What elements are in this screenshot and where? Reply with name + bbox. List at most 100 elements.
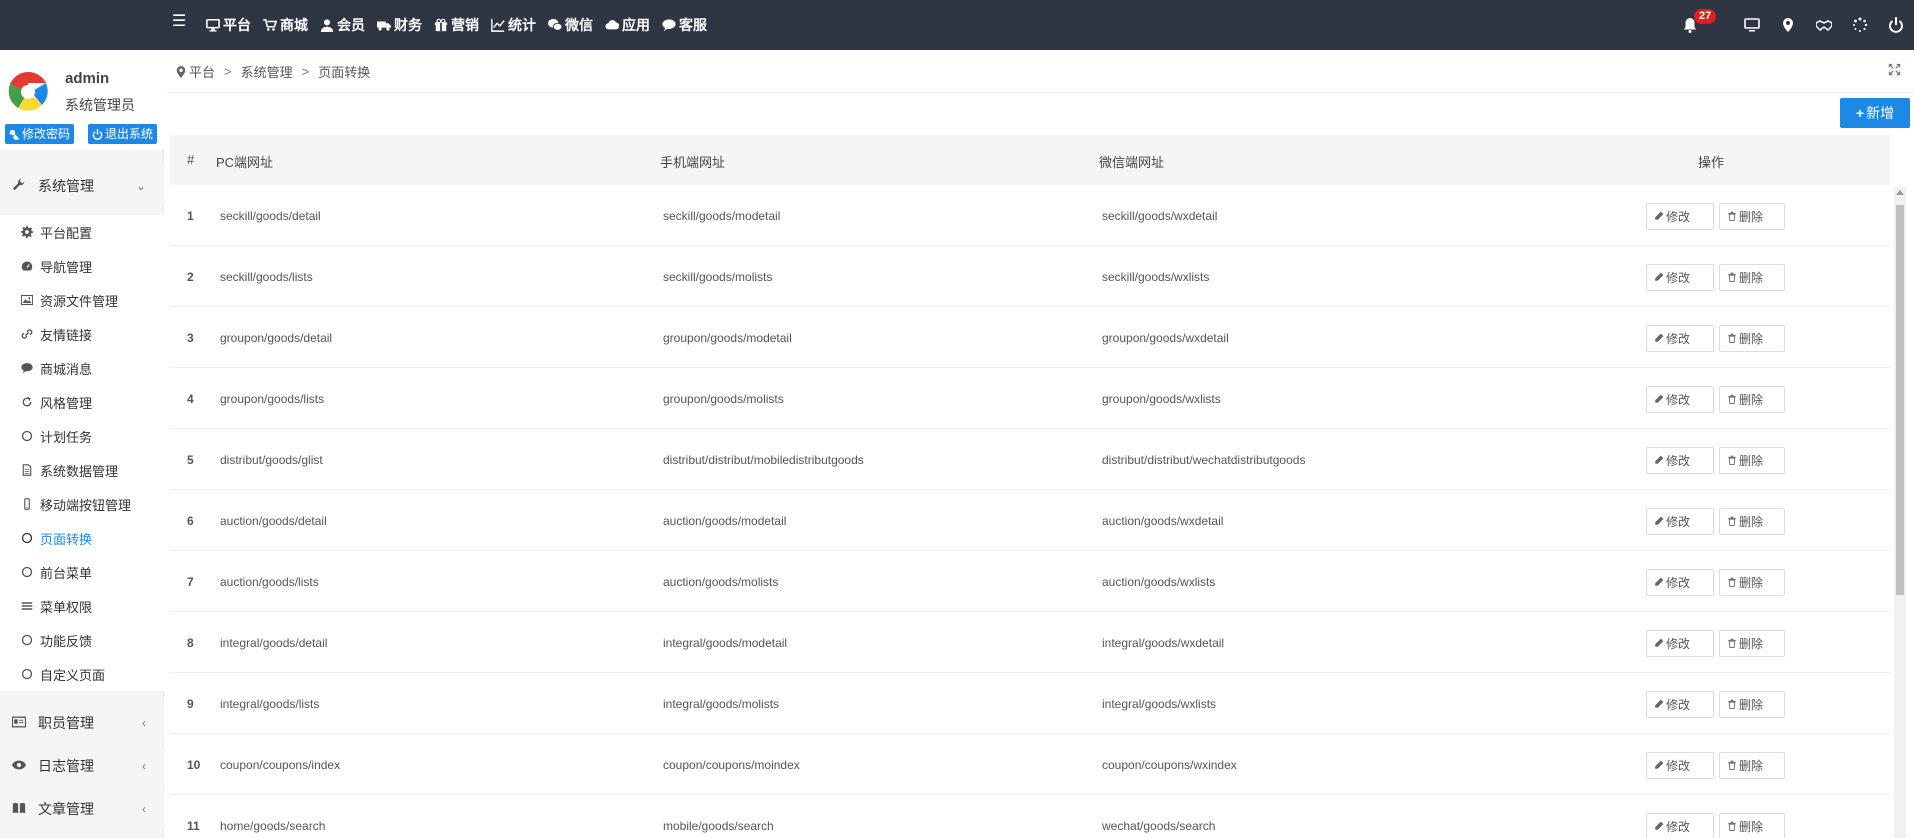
sidebar-item-links[interactable]: 友情链接 xyxy=(0,317,164,351)
edit-button[interactable]: 修改 xyxy=(1646,752,1714,779)
delete-button-label: 删除 xyxy=(1739,454,1764,468)
mobile-url-cell: mobile/goods/search xyxy=(663,819,774,833)
edit-button[interactable]: 修改 xyxy=(1646,203,1714,230)
trash-icon xyxy=(1727,454,1739,468)
pc-url-cell: integral/goods/detail xyxy=(220,636,328,650)
sidebar-item-messages[interactable]: 商城消息 xyxy=(0,351,164,385)
wechat-url-cell: groupon/goods/wxlists xyxy=(1102,392,1221,406)
screen-button[interactable] xyxy=(1734,0,1770,50)
sidebar-item-custom-pages[interactable]: 自定义页面 xyxy=(0,657,164,691)
dashboard-icon xyxy=(20,260,33,273)
notification-button[interactable]: 27 xyxy=(1672,0,1717,50)
column-header-pc: PC端网址 xyxy=(216,155,274,170)
sidebar-item-resources[interactable]: 资源文件管理 xyxy=(0,283,164,317)
trash-icon xyxy=(1727,820,1739,834)
delete-button[interactable]: 删除 xyxy=(1719,264,1785,291)
scroll-up-arrow-icon[interactable] xyxy=(1896,190,1904,195)
spinner-icon xyxy=(1853,17,1868,32)
sidebar-item-system-data[interactable]: 系统数据管理 xyxy=(0,453,164,487)
delete-button[interactable]: 删除 xyxy=(1719,691,1785,718)
wechat-url-cell: auction/goods/wxlists xyxy=(1102,575,1216,589)
topnav-platform[interactable]: 平台 xyxy=(206,15,251,35)
topnav-marketing[interactable]: 营销 xyxy=(434,15,479,35)
topnav-mall[interactable]: 商城 xyxy=(263,15,308,35)
delete-button[interactable]: 删除 xyxy=(1719,447,1785,474)
plus-icon: + xyxy=(1855,105,1865,121)
edit-button[interactable]: 修改 xyxy=(1646,447,1714,474)
pc-url-cell: auction/goods/detail xyxy=(220,514,327,528)
delete-button[interactable]: 删除 xyxy=(1719,569,1785,596)
topnav-wechat[interactable]: 微信 xyxy=(548,15,593,35)
topnav-member[interactable]: 会员 xyxy=(320,15,365,35)
delete-button[interactable]: 删除 xyxy=(1719,203,1785,230)
fullscreen-icon[interactable] xyxy=(1888,63,1901,76)
delete-button-label: 删除 xyxy=(1739,393,1764,407)
sidebar-item-page-conversion[interactable]: 页面转换 xyxy=(0,521,164,555)
refresh-button[interactable] xyxy=(1842,0,1878,50)
logout-button[interactable]: 退出系统 xyxy=(88,124,158,144)
chevron-left-icon: ‹ xyxy=(142,716,146,730)
sidebar-group-system[interactable]: 系统管理 ⌄ xyxy=(0,166,164,206)
delete-button[interactable]: 删除 xyxy=(1719,752,1785,779)
sidebar-group-label: 职员管理 xyxy=(38,715,94,731)
change-password-button[interactable]: 修改密码 xyxy=(5,124,75,144)
topnav-service[interactable]: 客服 xyxy=(662,15,707,35)
topnav-statistics[interactable]: 统计 xyxy=(491,15,536,35)
edit-button[interactable]: 修改 xyxy=(1646,386,1714,413)
delete-button[interactable]: 删除 xyxy=(1719,630,1785,657)
edit-button-label: 修改 xyxy=(1666,271,1691,285)
delete-button[interactable]: 删除 xyxy=(1719,325,1785,352)
delete-button[interactable]: 删除 xyxy=(1719,813,1785,838)
delete-button[interactable]: 删除 xyxy=(1719,508,1785,535)
edit-button[interactable]: 修改 xyxy=(1646,630,1714,657)
sidebar-item-styles[interactable]: 风格管理 xyxy=(0,385,164,419)
sidebar: admin 系统管理员 修改密码 退出系统 系统管理 ⌄ 平台配置 导航管理 资… xyxy=(0,50,164,838)
topnav-apps[interactable]: 应用 xyxy=(605,15,650,35)
table-row: 2 seckill/goods/lists seckill/goods/molist… xyxy=(170,246,1890,307)
scrollbar-thumb[interactable] xyxy=(1896,205,1904,595)
menu-toggle-icon[interactable]: ☰ xyxy=(172,14,188,30)
edit-button[interactable]: 修改 xyxy=(1646,264,1714,291)
row-number: 5 xyxy=(187,453,194,467)
delete-button[interactable]: 删除 xyxy=(1719,386,1785,413)
sidebar-item-label: 友情链接 xyxy=(40,327,93,343)
mobile-url-cell: groupon/goods/molists xyxy=(663,392,784,406)
sidebar-group-log[interactable]: 日志管理 ‹ xyxy=(0,746,164,786)
sidebar-item-front-menu[interactable]: 前台菜单 xyxy=(0,555,164,589)
table-row: 4 groupon/goods/lists groupon/goods/molist… xyxy=(170,368,1890,429)
breadcrumb-home[interactable]: 平台 xyxy=(189,62,215,81)
sidebar-item-scheduled-tasks[interactable]: 计划任务 xyxy=(0,419,164,453)
url-mapping-table: # PC端网址 手机端网址 微信端网址 操作 1 seckill/goods/de… xyxy=(170,135,1890,838)
sidebar-item-feedback[interactable]: 功能反馈 xyxy=(0,623,164,657)
edit-button[interactable]: 修改 xyxy=(1646,325,1714,352)
sidebar-group-staff[interactable]: 职员管理 ‹ xyxy=(0,703,164,743)
sidebar-item-menu-permissions[interactable]: 菜单权限 xyxy=(0,589,164,623)
edit-button[interactable]: 修改 xyxy=(1646,508,1714,535)
power-button[interactable] xyxy=(1878,0,1914,50)
breadcrumb-level1[interactable]: 系统管理 xyxy=(241,62,293,81)
sidebar-group-article[interactable]: 文章管理 ‹ xyxy=(0,789,164,829)
row-number: 1 xyxy=(187,209,194,223)
pc-url-cell: seckill/goods/lists xyxy=(220,270,313,284)
edit-button[interactable]: 修改 xyxy=(1646,691,1714,718)
user-name: admin xyxy=(65,70,110,87)
sidebar-item-mobile-buttons[interactable]: 移动端按钮管理 xyxy=(0,487,164,521)
edit-button[interactable]: 修改 xyxy=(1646,569,1714,596)
table-scrollbar[interactable] xyxy=(1894,187,1906,838)
topnav-label: 商城 xyxy=(280,17,308,33)
circle-icon xyxy=(20,430,33,443)
sidebar-item-label: 系统数据管理 xyxy=(40,463,119,479)
topnav-finance[interactable]: 财务 xyxy=(377,15,422,35)
edit-button[interactable]: 修改 xyxy=(1646,813,1714,838)
pencil-icon xyxy=(1654,393,1666,407)
location-button[interactable] xyxy=(1770,0,1806,50)
delete-button-label: 删除 xyxy=(1739,210,1764,224)
logout-label: 退出系统 xyxy=(105,127,154,141)
sidebar-item-label: 功能反馈 xyxy=(40,633,93,649)
pencil-icon xyxy=(1654,515,1666,529)
sidebar-submenu: 平台配置 导航管理 资源文件管理 友情链接 商城消息 风格管理 计划任务 系统数… xyxy=(0,215,164,691)
sidebar-item-navigation[interactable]: 导航管理 xyxy=(0,249,164,283)
sidebar-item-platform-config[interactable]: 平台配置 xyxy=(0,215,164,249)
handshake-button[interactable] xyxy=(1806,0,1842,50)
add-button[interactable]: + 新增 xyxy=(1840,98,1910,128)
